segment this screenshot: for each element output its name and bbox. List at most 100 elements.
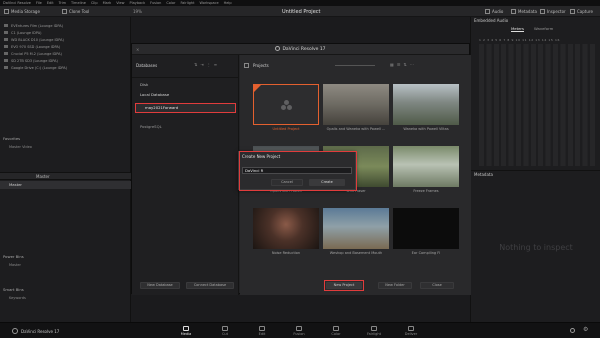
page-media[interactable]: Media <box>175 324 197 338</box>
media-storage-icon <box>4 9 9 14</box>
edit-page-icon <box>259 326 265 331</box>
menu-item[interactable]: Playback <box>130 1 146 5</box>
project-name: Waneka with Powell Viltas <box>403 127 449 131</box>
project-name: Opalis and Waneka with Powell ... <box>326 127 386 131</box>
page-navigation-bar: DaVinci Resolve 17 Media Cut Edit Fusion… <box>0 322 600 338</box>
drive-icon <box>4 52 8 55</box>
page-fairlight[interactable]: Fairlight <box>363 324 385 338</box>
inspector-icon <box>540 9 545 14</box>
tab-meters[interactable]: Meters <box>511 26 524 32</box>
volume-item[interactable]: SD 2TB SD3 (Lounge IDPA) <box>0 57 131 64</box>
menu-item[interactable]: Mark <box>103 1 112 5</box>
menu-item[interactable]: File <box>36 1 42 5</box>
menu-item[interactable]: Timeline <box>71 1 86 5</box>
master-header: Master <box>0 172 131 180</box>
menu-item[interactable]: Color <box>166 1 175 5</box>
menu-item[interactable]: DaVinci Resolve <box>3 1 31 5</box>
project-manager-dialog: × DaVinci Resolve 17 Databases ⇅⇥⋮≡ Disk… <box>131 43 471 295</box>
menu-item[interactable]: Clip <box>91 1 98 5</box>
project-tile[interactable]: Ear Compiling FI <box>393 208 459 260</box>
close-button[interactable]: Close <box>420 282 454 289</box>
media-storage-button[interactable]: Media Storage <box>4 8 40 15</box>
audio-button[interactable]: Audio <box>485 8 503 15</box>
project-thumbnail <box>253 208 319 249</box>
current-project-marker <box>254 85 261 92</box>
smart-bins-item[interactable]: Keywords <box>0 296 26 300</box>
metadata-icon <box>511 9 516 14</box>
project-thumbnail <box>253 84 319 125</box>
fusion-page-icon <box>296 326 302 331</box>
page-color[interactable]: Color <box>325 324 347 338</box>
volume-item[interactable]: Google Drive (C:) (Lounge IDPA) <box>0 64 131 71</box>
capture-icon <box>570 9 575 14</box>
capture-button[interactable]: Capture <box>570 8 593 15</box>
page-cut[interactable]: Cut <box>214 324 236 338</box>
menu-item[interactable]: Help <box>224 1 232 5</box>
project-tile[interactable]: Freeze Frames <box>393 146 459 198</box>
project-thumbnail <box>323 84 389 125</box>
project-title: Untitled Project <box>282 9 321 15</box>
new-database-button[interactable]: New Database <box>140 282 180 289</box>
menu-item[interactable]: Workspace <box>200 1 219 5</box>
project-tile[interactable]: Waneka with Powell Viltas <box>393 84 459 136</box>
volume-item[interactable]: WD BLACK D10 (Lounge IDPA) <box>0 36 131 43</box>
project-tile[interactable]: Untitled Project <box>253 84 319 136</box>
menu-item[interactable]: Fairlight <box>180 1 194 5</box>
volume-item[interactable]: C1 (Lounge IDPA) <box>0 29 131 36</box>
connect-database-button[interactable]: Connect Database <box>186 282 234 289</box>
power-bins-item[interactable]: Master <box>0 263 21 267</box>
drive-icon <box>4 66 8 69</box>
view-options[interactable]: ▦☰⇅⋯ <box>390 62 417 67</box>
volume-item[interactable]: EVO 970 SSD (Lounge IDPA) <box>0 43 131 50</box>
database-pane: Databases ⇅⇥⋮≡ Disk Local Database may20… <box>132 55 239 295</box>
project-name: Ear Compiling FI <box>411 251 441 255</box>
resolve-logo-icon <box>12 328 18 334</box>
database-tools[interactable]: ⇅⇥⋮≡ <box>194 62 220 67</box>
audio-meters <box>479 44 597 166</box>
favorites-item[interactable]: Master Video <box>0 145 32 149</box>
menu-item[interactable]: Fusion <box>150 1 161 5</box>
project-thumbnail <box>393 208 459 249</box>
volume-item[interactable]: Crucial P5 M.2 (Lounge IDPA) <box>0 50 131 57</box>
thumbnail-size-slider[interactable] <box>335 65 375 66</box>
page-deliver[interactable]: Deliver <box>400 324 422 338</box>
volume-item[interactable]: EVEntures Film (Lounge IDPA) <box>0 22 131 29</box>
page-fusion[interactable]: Fusion <box>288 324 310 338</box>
local-database-label: Local Database <box>140 92 170 97</box>
page-edit[interactable]: Edit <box>251 324 273 338</box>
inspector-button[interactable]: Inspector <box>540 8 566 15</box>
project-tile[interactable]: Weshop and Basement Mouth <box>323 208 389 260</box>
settings-gear-icon[interactable]: ⚙ <box>583 327 588 333</box>
drive-icon <box>4 31 8 34</box>
drive-icon <box>4 38 8 41</box>
sidebar-toggle-icon[interactable] <box>244 63 249 68</box>
top-toolbar: Media Storage Clone Tool Untitled Projec… <box>0 6 600 17</box>
project-tile[interactable]: Noise Reduction <box>253 208 319 260</box>
divider <box>132 77 239 78</box>
project-tile[interactable]: Opalis and Waneka with Powell ... <box>323 84 389 136</box>
drive-icon <box>4 24 8 27</box>
tab-waveform[interactable]: Waveform <box>534 26 553 31</box>
divider <box>471 170 600 171</box>
close-icon[interactable]: × <box>136 44 139 55</box>
menu-item[interactable]: Trim <box>59 1 66 5</box>
metadata-label: Metadata <box>474 172 493 177</box>
resolve-logo-icon <box>275 46 281 51</box>
new-folder-button[interactable]: New Folder <box>378 282 412 289</box>
bin-master[interactable]: Master <box>0 181 131 189</box>
menu-item[interactable]: Edit <box>47 1 54 5</box>
menu-item[interactable]: View <box>116 1 124 5</box>
clone-tool-button[interactable]: Clone Tool <box>62 8 89 15</box>
project-name: Freeze Frames <box>413 189 439 193</box>
zoom-level[interactable]: 19% <box>133 8 142 15</box>
volume-list: EVEntures Film (Lounge IDPA) C1 (Lounge … <box>0 22 131 71</box>
home-icon[interactable] <box>570 328 575 333</box>
dialog-title-bar: × DaVinci Resolve 17 <box>132 44 469 55</box>
app-branding: DaVinci Resolve 17 <box>12 328 59 334</box>
metadata-button[interactable]: Metadata <box>511 8 537 15</box>
fairlight-page-icon <box>371 326 377 331</box>
cut-page-icon <box>222 326 228 331</box>
media-storage-panel: EVEntures Film (Lounge IDPA) C1 (Lounge … <box>0 17 131 322</box>
projects-label: Projects <box>253 63 269 68</box>
highlight-box <box>324 280 364 291</box>
